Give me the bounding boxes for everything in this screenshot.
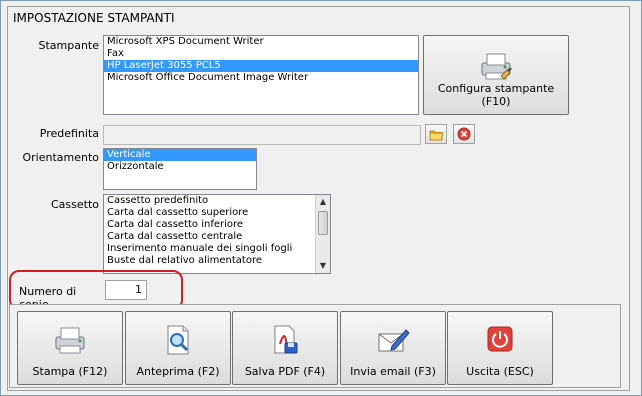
- pdf-icon: [269, 324, 301, 359]
- printer-label: Stampante: [38, 39, 99, 52]
- tray-item[interactable]: Carta dal cassetto centrale: [104, 231, 330, 243]
- exit-button[interactable]: Uscita (ESC): [447, 311, 553, 385]
- copies-input[interactable]: 1: [105, 280, 147, 300]
- orientation-item-selected[interactable]: Verticale: [104, 149, 256, 161]
- print-button[interactable]: Stampa (F12): [17, 311, 123, 385]
- tray-item[interactable]: Carta dal cassetto superiore: [104, 207, 330, 219]
- email-icon: [376, 324, 410, 359]
- scroll-thumb[interactable]: [318, 211, 328, 235]
- print-label: Stampa (F12): [32, 365, 108, 378]
- tray-item[interactable]: Cassetto predefinito: [104, 195, 330, 207]
- preview-button[interactable]: Anteprima (F2): [125, 311, 231, 385]
- printer-item[interactable]: Microsoft XPS Document Writer: [104, 36, 418, 48]
- tray-list[interactable]: Cassetto predefinito Carta dal cassetto …: [103, 194, 331, 274]
- dialog-title: IMPOSTAZIONE STAMPANTI: [13, 11, 175, 25]
- scroll-up-icon[interactable]: ▲: [316, 195, 330, 209]
- printer-item-selected[interactable]: HP LaserJet 3055 PCL5: [104, 60, 418, 72]
- printer-icon: [53, 324, 87, 359]
- tray-item[interactable]: Buste dal relativo alimentatore: [104, 255, 330, 267]
- save-pdf-label: Salva PDF (F4): [244, 365, 326, 378]
- exit-label: Uscita (ESC): [466, 365, 534, 378]
- folder-icon: [429, 128, 444, 144]
- power-icon: [487, 326, 513, 355]
- preview-icon: [163, 324, 193, 359]
- tray-label: Cassetto: [50, 198, 99, 211]
- configure-printer-label: Configura stampante (F10): [437, 82, 555, 108]
- scroll-down-icon[interactable]: ▼: [316, 259, 330, 273]
- tray-item[interactable]: Carta dal cassetto inferiore: [104, 219, 330, 231]
- orientation-item[interactable]: Orizzontale: [104, 161, 256, 173]
- clear-icon: [457, 127, 471, 144]
- dialog-window: IMPOSTAZIONE STAMPANTI Stampante Microso…: [0, 0, 642, 396]
- save-pdf-button[interactable]: Salva PDF (F4): [232, 311, 338, 385]
- default-printer-field: [103, 125, 421, 145]
- open-folder-button[interactable]: [425, 124, 447, 144]
- tray-item[interactable]: Inserimento manuale dei singoli fogli: [104, 243, 330, 255]
- orientation-label: Orientamento: [22, 151, 99, 164]
- printer-item[interactable]: Microsoft Office Document Image Writer: [104, 72, 418, 84]
- printer-settings-icon: [477, 46, 515, 87]
- clear-default-button[interactable]: [453, 124, 475, 144]
- default-label: Predefinita: [39, 127, 99, 140]
- preview-label: Anteprima (F2): [136, 365, 220, 378]
- printer-list[interactable]: Microsoft XPS Document Writer Fax HP Las…: [103, 35, 419, 115]
- configure-printer-button[interactable]: Configura stampante (F10): [423, 35, 569, 115]
- printer-item[interactable]: Fax: [104, 48, 418, 60]
- send-email-button[interactable]: Invia email (F3): [340, 311, 446, 385]
- orientation-list[interactable]: Verticale Orizzontale: [103, 148, 257, 190]
- tray-scrollbar[interactable]: ▲ ▼: [315, 195, 330, 273]
- send-email-label: Invia email (F3): [350, 365, 436, 378]
